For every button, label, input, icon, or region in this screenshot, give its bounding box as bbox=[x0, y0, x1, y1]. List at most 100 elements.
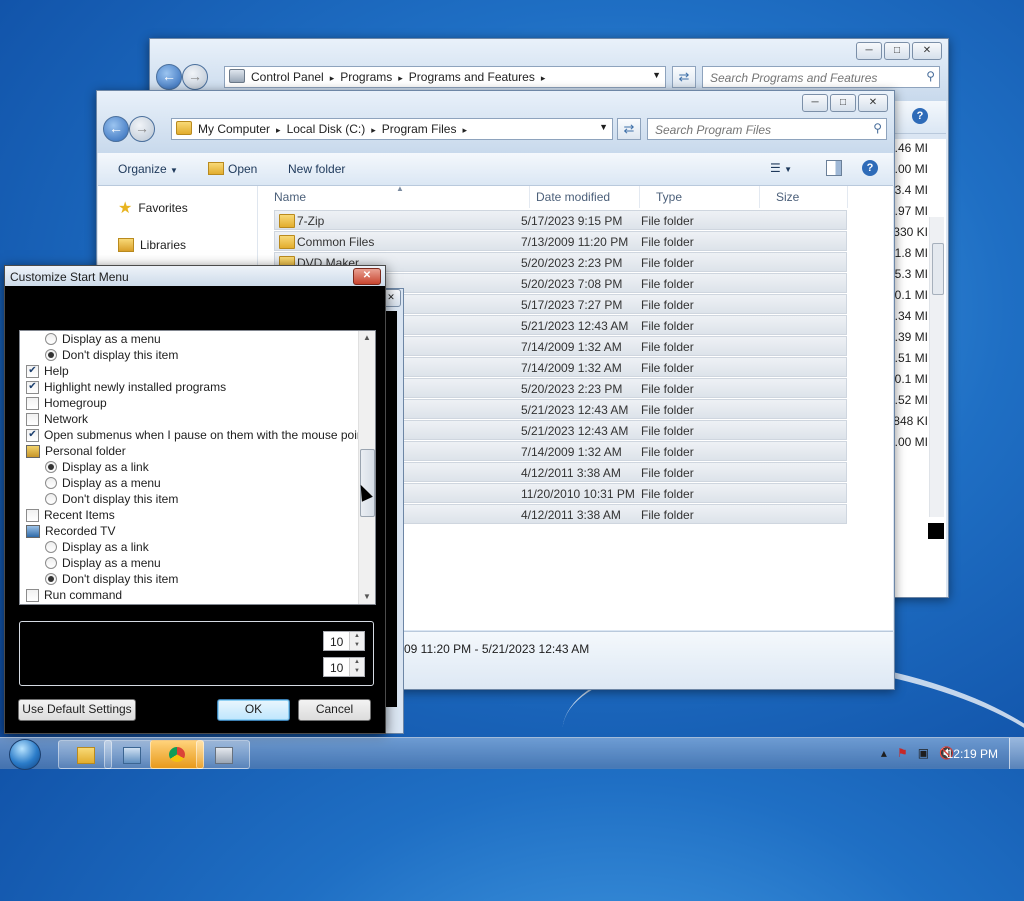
minimize-button[interactable]: ─ bbox=[802, 94, 828, 112]
breadcrumb-item[interactable]: Control Panel bbox=[251, 70, 324, 84]
radio-button[interactable] bbox=[45, 461, 57, 473]
radio-option[interactable]: Display as a menu bbox=[45, 331, 161, 347]
radio-button[interactable] bbox=[45, 573, 57, 585]
system-tray: ▴ ⚑ ▣ 🔇 bbox=[881, 746, 954, 760]
vertical-scrollbar[interactable] bbox=[929, 217, 944, 517]
help-icon[interactable]: ? bbox=[862, 160, 878, 176]
vertical-scrollbar[interactable]: ▲ ▼ bbox=[358, 331, 375, 604]
radio-button[interactable] bbox=[45, 557, 57, 569]
show-hidden-icons-icon[interactable]: ▴ bbox=[881, 746, 887, 760]
forward-button[interactable]: → bbox=[129, 116, 155, 142]
customize-start-menu-dialog[interactable]: Customize Start Menu ✕ Display as a menu… bbox=[4, 265, 386, 734]
action-center-flag-icon[interactable]: ⚑ bbox=[897, 746, 908, 760]
radio-option[interactable]: Don't display this item bbox=[45, 347, 178, 363]
radio-option[interactable]: Display as a link bbox=[45, 459, 149, 475]
radio-button[interactable] bbox=[45, 477, 57, 489]
radio-button[interactable] bbox=[45, 541, 57, 553]
column-header-type[interactable]: Type bbox=[640, 186, 760, 208]
checkbox[interactable]: ✔ bbox=[26, 380, 39, 394]
search-input[interactable] bbox=[653, 122, 867, 138]
chevron-right-icon[interactable]: ▸ bbox=[371, 125, 376, 135]
checkbox[interactable]: ✔ bbox=[26, 428, 39, 442]
radio-option[interactable]: Display as a menu bbox=[45, 475, 161, 491]
cancel-button[interactable]: Cancel bbox=[298, 699, 371, 721]
close-button[interactable]: ✕ bbox=[912, 42, 942, 60]
use-default-settings-button[interactable]: Use Default Settings bbox=[18, 699, 136, 721]
organize-button[interactable]: Organize ▼ bbox=[118, 162, 178, 176]
table-row[interactable]: Common Files 7/13/2009 11:20 PM File folde… bbox=[274, 231, 847, 251]
column-header-name[interactable]: Name ▲ bbox=[258, 184, 530, 208]
recent-programs-stepper[interactable]: 10 ▲ ▼ bbox=[323, 631, 365, 651]
checkbox-option[interactable]: Run command bbox=[26, 587, 122, 603]
scroll-down-icon[interactable]: ▼ bbox=[359, 590, 375, 604]
help-icon[interactable]: ? bbox=[912, 108, 928, 124]
radio-option[interactable]: Don't display this item bbox=[45, 571, 178, 587]
checkbox[interactable] bbox=[26, 396, 39, 410]
open-button[interactable]: Open bbox=[208, 162, 257, 176]
back-button[interactable]: ← bbox=[156, 64, 182, 90]
radio-option[interactable]: Display as a menu bbox=[45, 555, 161, 571]
clock[interactable]: 12:19 PM bbox=[947, 747, 998, 761]
radio-button[interactable] bbox=[45, 493, 57, 505]
close-button[interactable]: ✕ bbox=[858, 94, 888, 112]
search-box[interactable]: ⚲ bbox=[702, 66, 940, 88]
address-bar[interactable]: My Computer ▸ Local Disk (C:) ▸ Program File… bbox=[171, 118, 613, 140]
close-button[interactable]: ✕ bbox=[353, 268, 381, 285]
chevron-down-icon[interactable]: ▼ bbox=[599, 122, 608, 132]
checkbox[interactable] bbox=[26, 508, 39, 522]
radio-option[interactable]: Don't display this item bbox=[45, 491, 178, 507]
checkbox-option[interactable]: ✔ Open submenus when I pause on them with… bbox=[26, 427, 375, 443]
network-icon[interactable]: ▣ bbox=[918, 746, 929, 760]
chevron-right-icon[interactable]: ▸ bbox=[330, 73, 335, 83]
jump-list-items-stepper[interactable]: 10 ▲ ▼ bbox=[323, 657, 365, 677]
checkbox[interactable] bbox=[26, 412, 39, 426]
scrollbar-thumb[interactable] bbox=[932, 243, 944, 295]
nav-item-favorites[interactable]: ★ Favorites bbox=[118, 198, 188, 218]
address-bar[interactable]: Control Panel ▸ Programs ▸ Programs and Feat… bbox=[224, 66, 666, 88]
chevron-right-icon[interactable]: ▸ bbox=[541, 73, 546, 83]
breadcrumb-item[interactable]: Programs bbox=[340, 70, 392, 84]
back-button[interactable]: ← bbox=[103, 116, 129, 142]
radio-button[interactable] bbox=[45, 349, 57, 361]
nav-item-libraries[interactable]: Libraries bbox=[118, 238, 186, 252]
chevron-right-icon[interactable]: ▸ bbox=[398, 73, 403, 83]
stepper-arrows-icon[interactable]: ▲ ▼ bbox=[349, 632, 364, 650]
chevron-down-icon[interactable]: ▼ bbox=[652, 70, 661, 80]
search-box[interactable]: ⚲ bbox=[647, 118, 887, 140]
checkbox-option[interactable]: ✔ Help bbox=[26, 363, 69, 379]
control-panel-icon bbox=[229, 69, 245, 83]
breadcrumb-item[interactable]: Programs and Features bbox=[409, 70, 535, 84]
maximize-button[interactable]: □ bbox=[830, 94, 856, 112]
checkbox-option[interactable]: Network bbox=[26, 411, 88, 427]
maximize-button[interactable]: □ bbox=[884, 42, 910, 60]
minimize-button[interactable]: ─ bbox=[856, 42, 882, 60]
preview-pane-icon[interactable] bbox=[826, 160, 842, 176]
checkbox-option[interactable]: Homegroup bbox=[26, 395, 107, 411]
radio-option[interactable]: Display as a link bbox=[45, 539, 149, 555]
breadcrumb-item[interactable]: Program Files bbox=[382, 122, 457, 136]
breadcrumb-item[interactable]: My Computer bbox=[198, 122, 270, 136]
column-header-size[interactable]: Size bbox=[760, 186, 848, 208]
chevron-right-icon[interactable]: ▸ bbox=[462, 125, 467, 135]
refresh-button[interactable]: ⇄ bbox=[617, 118, 641, 140]
search-input[interactable] bbox=[708, 70, 920, 86]
column-header-date[interactable]: Date modified bbox=[520, 186, 640, 208]
refresh-button[interactable]: ⇄ bbox=[672, 66, 696, 88]
checkbox-option[interactable]: ✔ Highlight newly installed programs bbox=[26, 379, 226, 395]
breadcrumb-item[interactable]: Local Disk (C:) bbox=[287, 122, 366, 136]
forward-button[interactable]: → bbox=[182, 64, 208, 90]
checkbox[interactable] bbox=[26, 588, 39, 602]
stepper-arrows-icon[interactable]: ▲ ▼ bbox=[349, 658, 364, 676]
new-folder-button[interactable]: New folder bbox=[288, 162, 345, 176]
ok-button[interactable]: OK bbox=[217, 699, 290, 721]
scroll-up-icon[interactable]: ▲ bbox=[359, 331, 375, 345]
table-row[interactable]: 7-Zip 5/17/2023 9:15 PM File folder bbox=[274, 210, 847, 230]
view-options-button[interactable]: ☰ ▼ bbox=[770, 161, 792, 175]
checkbox-option[interactable]: Recent Items bbox=[26, 507, 115, 523]
taskbar-programs-button[interactable] bbox=[196, 740, 250, 769]
radio-button[interactable] bbox=[45, 333, 57, 345]
show-desktop-button[interactable] bbox=[1009, 738, 1024, 769]
checkbox[interactable]: ✔ bbox=[26, 364, 39, 378]
chevron-right-icon[interactable]: ▸ bbox=[276, 125, 281, 135]
start-button[interactable] bbox=[4, 738, 44, 770]
